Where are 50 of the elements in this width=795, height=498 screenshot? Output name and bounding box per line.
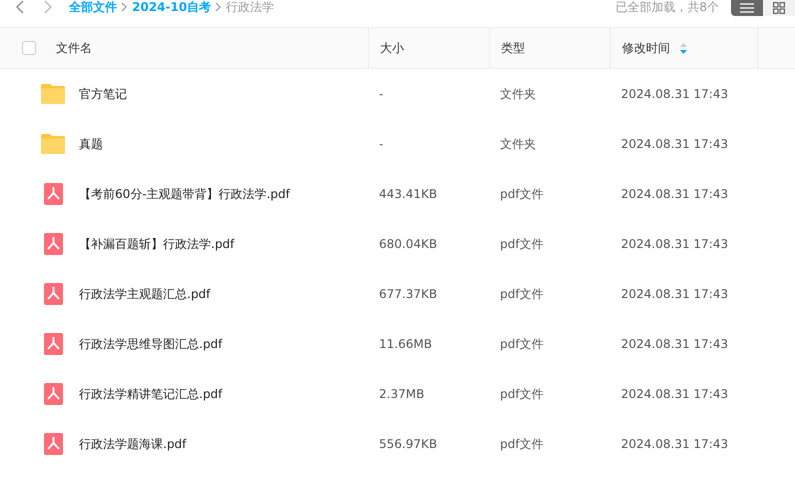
modified-time: 2024.08.31 17:43 — [621, 287, 728, 301]
file-size: 680.04KB — [379, 237, 438, 251]
file-size: 443.41KB — [379, 187, 438, 201]
file-name[interactable]: 行政法学题海课.pdf — [79, 436, 186, 452]
file-size: - — [379, 137, 384, 151]
sort-icon[interactable] — [680, 42, 687, 54]
file-type: pdf文件 — [500, 436, 544, 452]
modified-time: 2024.08.31 17:43 — [621, 137, 728, 151]
item-count-text: 已全部加载，共8个 — [615, 0, 719, 14]
file-name[interactable]: 行政法学思维导图汇总.pdf — [79, 336, 222, 352]
file-type: 文件夹 — [500, 136, 536, 152]
breadcrumb-item: 行政法学 — [226, 0, 274, 14]
modified-time: 2024.08.31 17:43 — [621, 237, 728, 251]
file-name[interactable]: 行政法学精讲笔记汇总.pdf — [79, 386, 222, 402]
modified-time: 2024.08.31 17:43 — [621, 437, 728, 451]
modified-time: 2024.08.31 17:43 — [621, 187, 728, 201]
file-type: pdf文件 — [500, 336, 544, 352]
folder-icon — [40, 83, 66, 105]
file-name[interactable]: 【考前60分-主观题带背】行政法学.pdf — [79, 186, 290, 202]
grid-icon — [773, 2, 785, 14]
modified-time: 2024.08.31 17:43 — [621, 87, 728, 101]
grid-view-button[interactable] — [763, 0, 795, 16]
file-type: pdf文件 — [500, 186, 544, 202]
file-size: 11.66MB — [379, 337, 432, 351]
file-type: pdf文件 — [500, 386, 544, 402]
file-type: pdf文件 — [500, 236, 544, 252]
column-header[interactable]: 文件名 — [56, 40, 92, 56]
column-header[interactable]: 大小 — [380, 40, 404, 56]
list-view-button[interactable] — [731, 0, 763, 16]
back-icon[interactable] — [15, 0, 25, 14]
forward-icon[interactable] — [43, 0, 53, 14]
file-name[interactable]: 官方笔记 — [79, 86, 127, 102]
select-all-checkbox[interactable] — [22, 41, 36, 55]
file-size: 2.37MB — [379, 387, 424, 401]
folder-icon — [40, 133, 66, 155]
file-size: 677.37KB — [379, 287, 438, 301]
column-header[interactable]: 修改时间 — [622, 40, 670, 56]
file-type: 文件夹 — [500, 86, 536, 102]
chevron-icon — [121, 2, 128, 12]
chevron-icon — [215, 2, 222, 12]
modified-time: 2024.08.31 17:43 — [621, 387, 728, 401]
file-size: - — [379, 87, 384, 101]
modified-time: 2024.08.31 17:43 — [621, 337, 728, 351]
list-icon — [740, 3, 754, 13]
file-name[interactable]: 真题 — [79, 136, 103, 152]
file-name[interactable]: 【补漏百题斩】行政法学.pdf — [79, 236, 234, 252]
column-header[interactable]: 类型 — [501, 40, 525, 56]
file-size: 556.97KB — [379, 437, 438, 451]
file-name[interactable]: 行政法学主观题汇总.pdf — [79, 286, 210, 302]
file-type: pdf文件 — [500, 286, 544, 302]
